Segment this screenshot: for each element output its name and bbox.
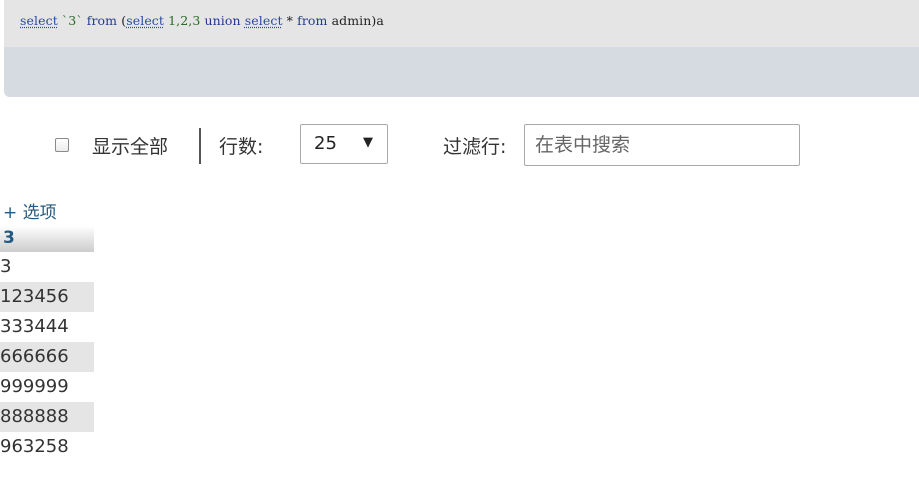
sql-keyword-link[interactable]: select xyxy=(126,13,164,28)
results-table: 3 3 123456 333444 666666 999999 888888 963258 xyxy=(0,226,94,462)
table-row[interactable]: 666666 xyxy=(0,342,94,372)
sql-token: 1,2,3 xyxy=(164,13,205,28)
rows-count-label: 行数: xyxy=(219,136,264,158)
table-row[interactable]: 963258 xyxy=(0,432,94,462)
sql-keyword-link[interactable]: select xyxy=(20,13,58,28)
sql-token: union xyxy=(204,13,241,28)
controls-divider xyxy=(199,128,201,164)
table-row[interactable]: 333444 xyxy=(0,312,94,342)
sql-token: from xyxy=(297,13,328,28)
table-row[interactable]: 888888 xyxy=(0,402,94,432)
table-row[interactable]: 123456 xyxy=(0,282,94,312)
column-header-3[interactable]: 3 xyxy=(0,226,94,252)
table-navigation-controls: 显示全部 行数: 25 ▼ 过滤行: xyxy=(0,124,919,166)
rows-count-value: 25 xyxy=(314,133,337,154)
options-toggle-link[interactable]: + 选项 xyxy=(3,198,57,223)
filter-rows-input[interactable] xyxy=(524,124,800,166)
sql-query-text: select `3` from (select 1,2,3 union sele… xyxy=(20,13,384,28)
show-all-checkbox[interactable] xyxy=(55,138,69,152)
show-all-label: 显示全部 xyxy=(92,136,169,158)
sql-token: * xyxy=(282,13,298,28)
sql-query-panel: select `3` from (select 1,2,3 union sele… xyxy=(4,0,919,97)
dropdown-arrow-icon: ▼ xyxy=(363,135,373,150)
filter-rows-label: 过滤行: xyxy=(443,136,507,158)
table-row[interactable]: 999999 xyxy=(0,372,94,402)
sql-token: from xyxy=(86,13,118,28)
table-row[interactable]: 3 xyxy=(0,252,94,282)
sql-keyword-link[interactable]: select xyxy=(245,13,283,28)
sql-token: ( xyxy=(117,13,127,28)
sql-token: admin)a xyxy=(327,13,384,28)
sql-query-toolbar xyxy=(4,47,919,97)
rows-count-select[interactable]: 25 ▼ xyxy=(300,124,388,164)
sql-token: `3` xyxy=(57,13,87,28)
